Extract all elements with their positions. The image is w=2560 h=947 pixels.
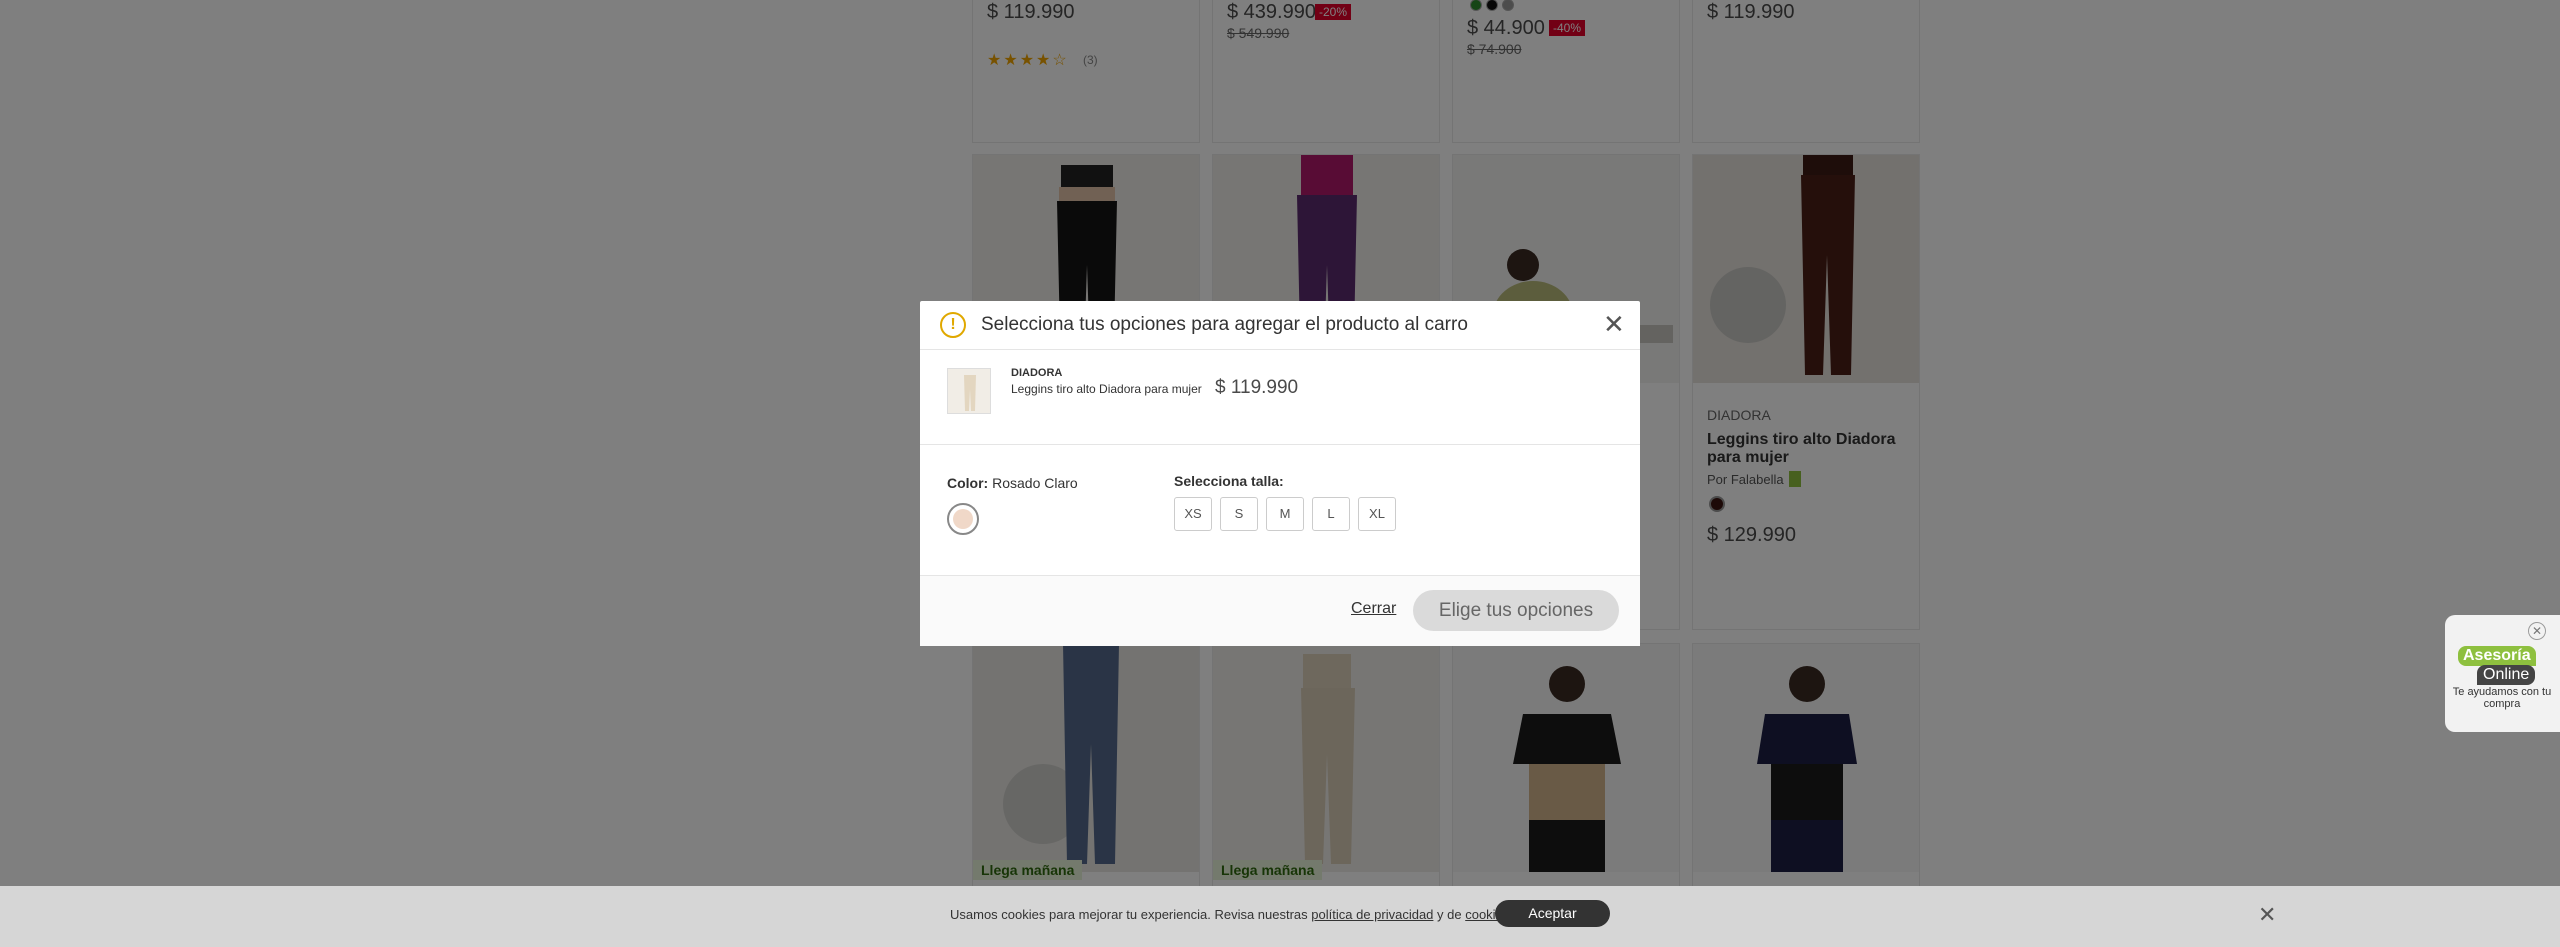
- size-xl-button[interactable]: XL: [1358, 497, 1396, 531]
- close-icon[interactable]: ✕: [2258, 902, 2276, 928]
- privacy-policy-link[interactable]: política de privacidad: [1311, 907, 1433, 922]
- product-price: $ 119.990: [1215, 377, 1299, 398]
- size-l-button[interactable]: L: [1312, 497, 1350, 531]
- size-xs-button[interactable]: XS: [1174, 497, 1212, 531]
- close-link[interactable]: Cerrar: [1351, 600, 1396, 618]
- modal-header: ! Selecciona tus opciones para agregar e…: [920, 301, 1640, 350]
- cookie-text: Usamos cookies para mejorar tu experienc…: [950, 907, 1513, 922]
- product-name: Leggins tiro alto Diadora para mujer: [1011, 382, 1202, 396]
- warning-icon: !: [940, 312, 966, 338]
- product-thumbnail: [947, 368, 991, 414]
- swatch-fill: [953, 509, 973, 529]
- chat-label-online[interactable]: Online: [2477, 665, 2536, 685]
- modal-product-summary: DIADORA Leggins tiro alto Diadora para m…: [920, 350, 1640, 445]
- modal-title: Selecciona tus opciones para agregar el …: [981, 314, 1468, 335]
- product-brand: DIADORA: [1011, 367, 1063, 379]
- size-s-button[interactable]: S: [1220, 497, 1258, 531]
- close-icon[interactable]: ✕: [1603, 309, 1625, 340]
- select-options-modal: ! Selecciona tus opciones para agregar e…: [920, 301, 1640, 646]
- close-icon[interactable]: ✕: [2528, 622, 2546, 640]
- modal-footer: Cerrar Elige tus opciones: [920, 576, 1640, 646]
- accept-cookies-button[interactable]: Aceptar: [1495, 900, 1610, 927]
- size-m-button[interactable]: M: [1266, 497, 1304, 531]
- chat-label[interactable]: Asesoría: [2458, 646, 2536, 666]
- chat-subtitle: Te ayudamos con tu compra: [2452, 686, 2552, 710]
- color-label: Color: Rosado Claro: [947, 475, 1078, 491]
- color-value: Rosado Claro: [992, 475, 1078, 491]
- size-label: Selecciona talla:: [1174, 473, 1284, 489]
- modal-options: Color: Rosado Claro Selecciona talla: XS…: [920, 445, 1640, 576]
- color-swatch-rosado-claro[interactable]: [947, 503, 979, 535]
- choose-options-button[interactable]: Elige tus opciones: [1413, 590, 1619, 631]
- leggings-thumbnail-image: [964, 375, 976, 411]
